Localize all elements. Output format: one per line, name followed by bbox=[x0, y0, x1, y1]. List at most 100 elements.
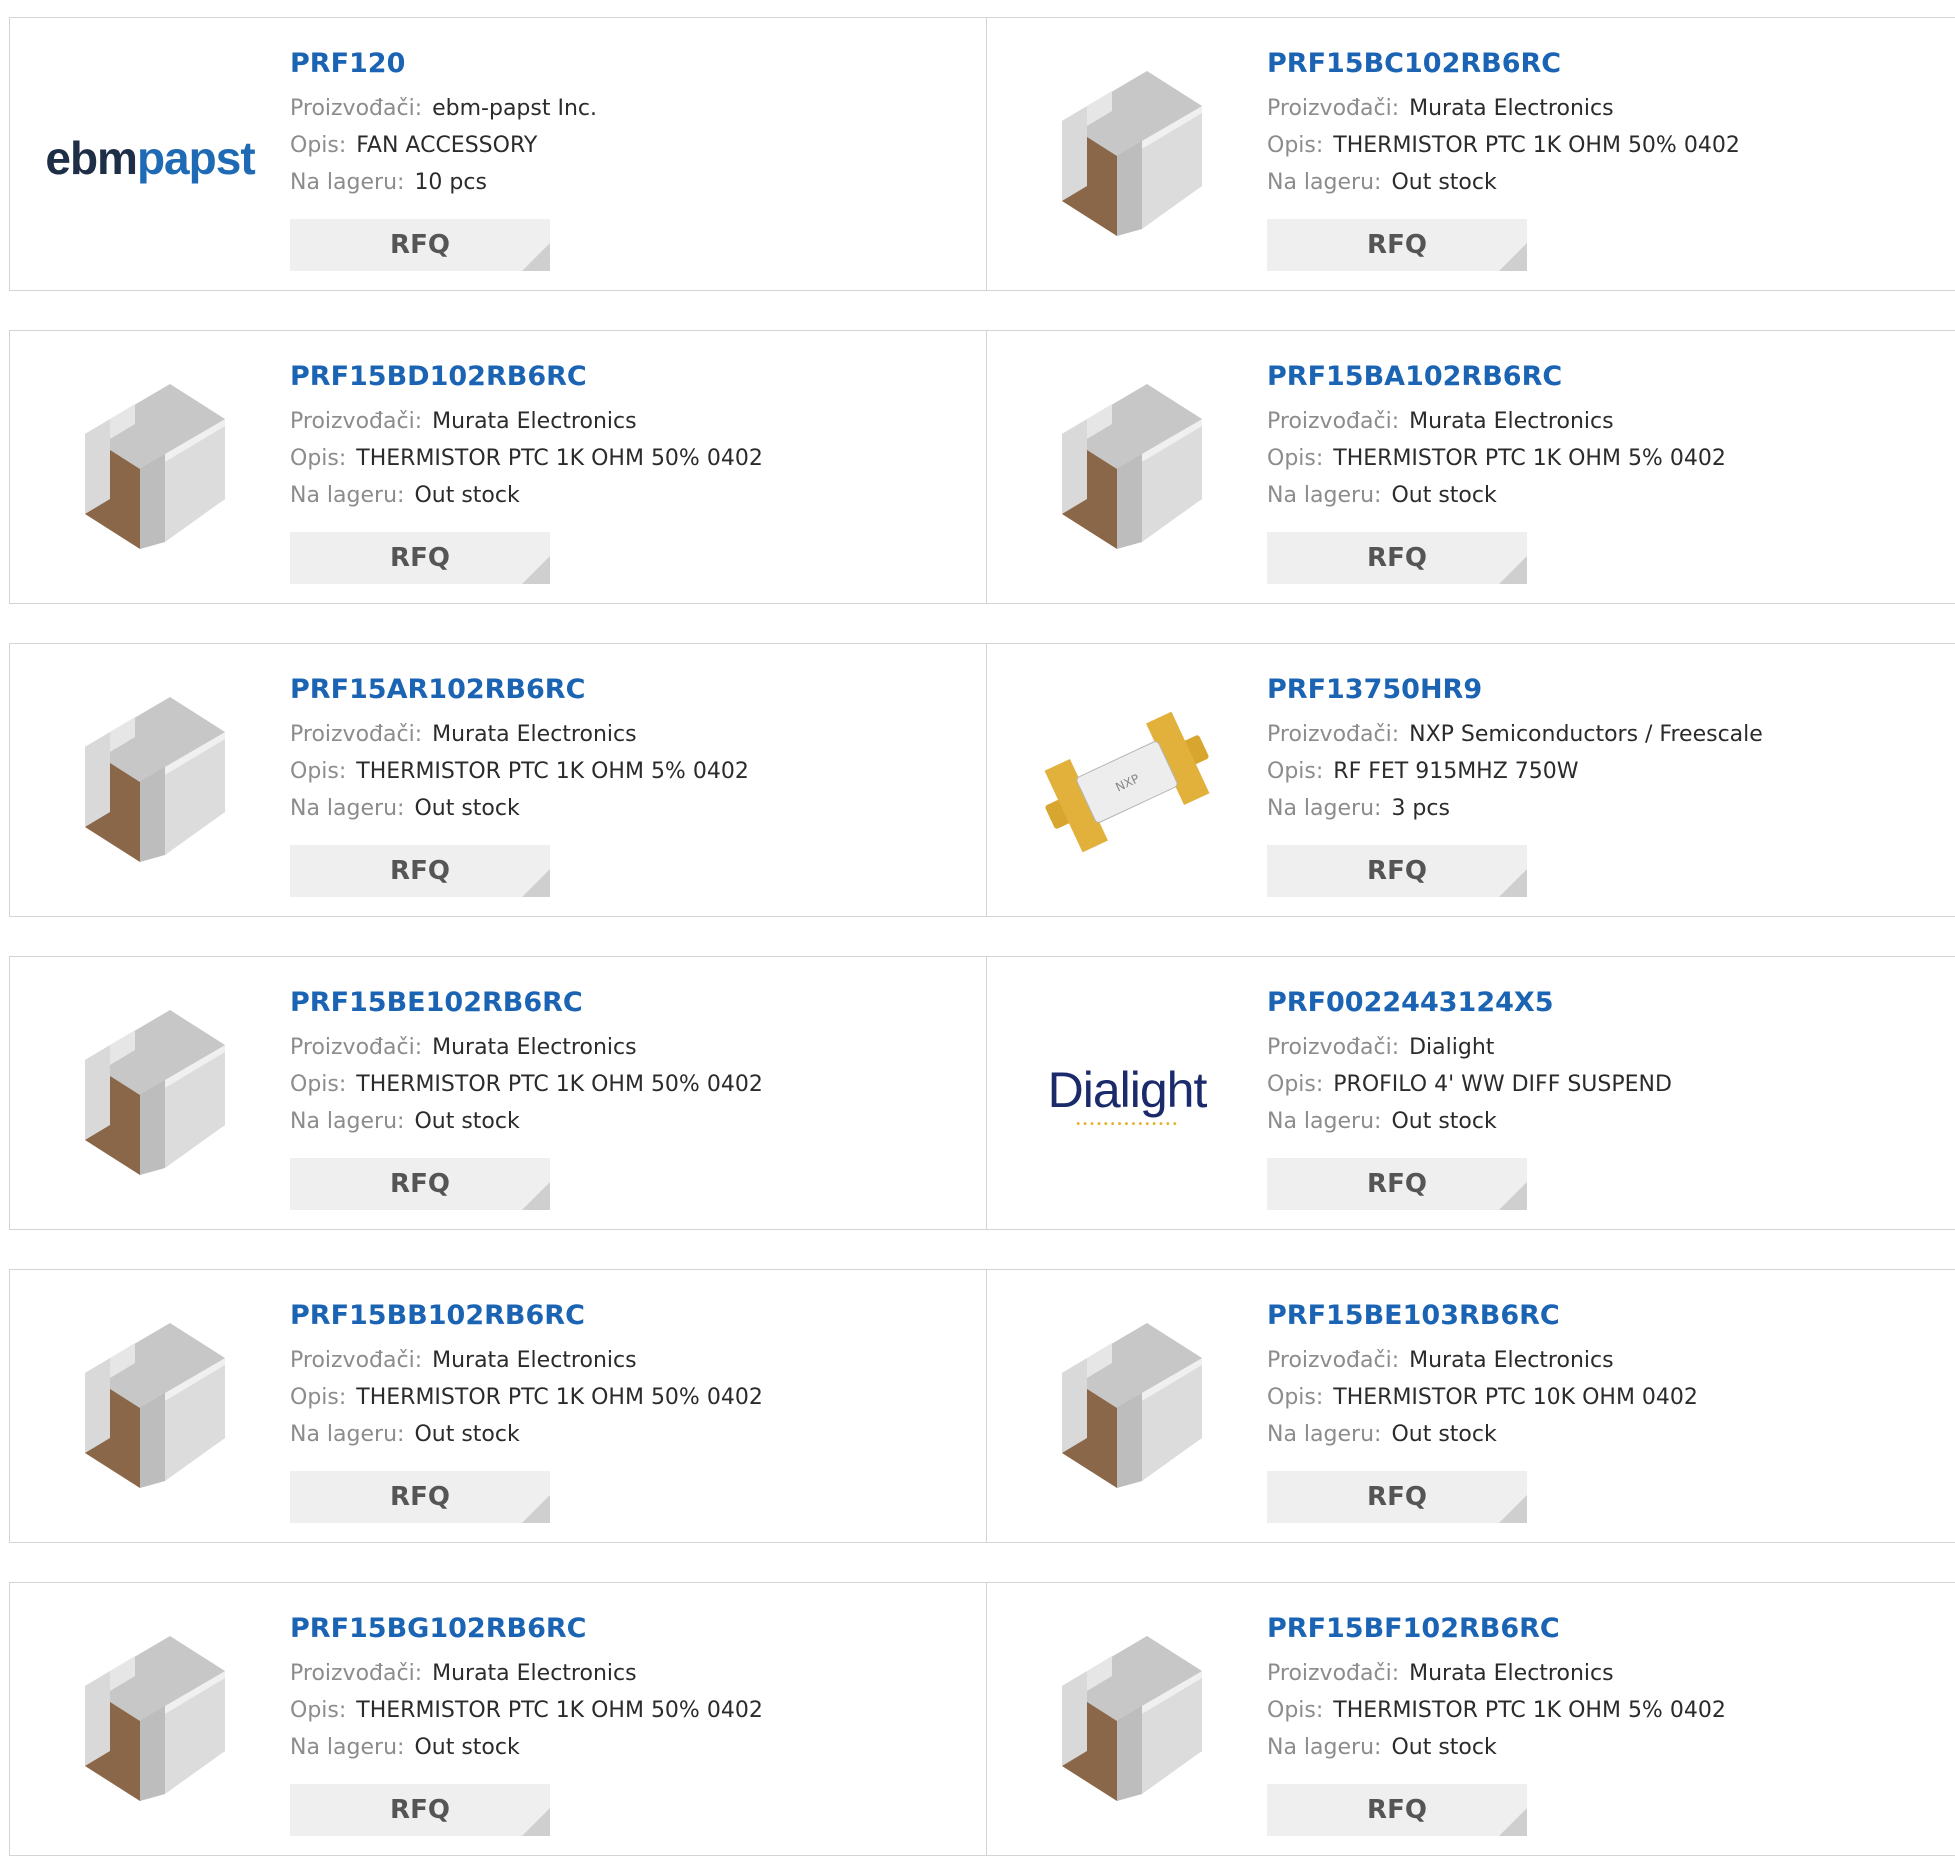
product-image[interactable]: Dialight ••••••••••••••• bbox=[1027, 997, 1227, 1197]
manufacturer-field: Proizvođači: Murata Electronics bbox=[290, 1035, 637, 1060]
description-field: Opis: THERMISTOR PTC 1K OHM 50% 0402 bbox=[290, 446, 763, 471]
rfq-button[interactable]: RFQ bbox=[1267, 1158, 1527, 1210]
corner-triangle-icon bbox=[1499, 1808, 1527, 1836]
manufacturer-label: Proizvođači: bbox=[290, 96, 423, 121]
manufacturer-label: Proizvođači: bbox=[290, 1348, 423, 1373]
ebmpapst-logo: ebmpapst bbox=[45, 131, 256, 185]
stock-value: 3 pcs bbox=[1391, 796, 1450, 821]
product-image[interactable]: ebmpapst bbox=[45, 58, 255, 258]
product-card: PRF15BA102RB6RC Proizvođači: Murata Electr… bbox=[987, 331, 1955, 603]
stock-label: Na lageru: bbox=[290, 1735, 405, 1760]
description-value: THERMISTOR PTC 10K OHM 0402 bbox=[1333, 1385, 1698, 1410]
part-number-link[interactable]: PRF15BE102RB6RC bbox=[290, 987, 583, 1018]
rfq-label: RFQ bbox=[1367, 1795, 1427, 1825]
product-image[interactable] bbox=[50, 684, 250, 884]
rfq-button[interactable]: RFQ bbox=[1267, 1784, 1527, 1836]
manufacturer-value: Murata Electronics bbox=[1409, 96, 1614, 121]
description-field: Opis: PROFILO 4' WW DIFF SUSPEND bbox=[1267, 1072, 1672, 1097]
stock-label: Na lageru: bbox=[1267, 483, 1382, 508]
product-card: PRF15BD102RB6RC Proizvođači: Murata Electr… bbox=[9, 331, 987, 603]
stock-field: Na lageru: Out stock bbox=[290, 1109, 520, 1134]
product-card: PRF15AR102RB6RC Proizvođači: Murata Electr… bbox=[9, 644, 987, 916]
manufacturer-value: Dialight bbox=[1409, 1035, 1495, 1060]
description-label: Opis: bbox=[290, 1698, 347, 1723]
manufacturer-field: Proizvođači: Dialight bbox=[1267, 1035, 1494, 1060]
corner-triangle-icon bbox=[1499, 556, 1527, 584]
stock-value: Out stock bbox=[1391, 1109, 1497, 1134]
rfq-button[interactable]: RFQ bbox=[290, 1158, 550, 1210]
description-label: Opis: bbox=[1267, 759, 1324, 784]
stock-field: Na lageru: Out stock bbox=[1267, 1109, 1497, 1134]
description-field: Opis: THERMISTOR PTC 1K OHM 50% 0402 bbox=[290, 1385, 763, 1410]
rfq-button[interactable]: RFQ bbox=[1267, 532, 1527, 584]
product-image[interactable] bbox=[50, 1310, 250, 1510]
stock-value: Out stock bbox=[414, 1422, 520, 1447]
rfq-label: RFQ bbox=[390, 230, 450, 260]
stock-field: Na lageru: Out stock bbox=[290, 483, 520, 508]
product-image[interactable] bbox=[50, 371, 250, 571]
part-number-link[interactable]: PRF15AR102RB6RC bbox=[290, 674, 585, 705]
rfq-button[interactable]: RFQ bbox=[290, 845, 550, 897]
product-image[interactable] bbox=[1027, 1623, 1227, 1823]
manufacturer-label: Proizvođači: bbox=[1267, 722, 1400, 747]
description-label: Opis: bbox=[1267, 133, 1324, 158]
rfq-button[interactable]: RFQ bbox=[1267, 845, 1527, 897]
part-number-link[interactable]: PRF15BA102RB6RC bbox=[1267, 361, 1562, 392]
stock-value: Out stock bbox=[1391, 170, 1497, 195]
stock-field: Na lageru: Out stock bbox=[1267, 483, 1497, 508]
logo-text: papst bbox=[136, 132, 256, 184]
part-number-link[interactable]: PRF13750HR9 bbox=[1267, 674, 1482, 705]
part-number-link[interactable]: PRF15BB102RB6RC bbox=[290, 1300, 585, 1331]
product-row: PRF15BB102RB6RC Proizvođači: Murata Electr… bbox=[9, 1269, 1955, 1543]
rfq-button[interactable]: RFQ bbox=[290, 1784, 550, 1836]
description-value: THERMISTOR PTC 1K OHM 50% 0402 bbox=[356, 1698, 763, 1723]
rfq-button[interactable]: RFQ bbox=[290, 1471, 550, 1523]
manufacturer-label: Proizvođači: bbox=[1267, 1661, 1400, 1686]
logo-text: ebm bbox=[45, 132, 138, 184]
description-value: THERMISTOR PTC 1K OHM 5% 0402 bbox=[356, 759, 749, 784]
part-number-link[interactable]: PRF15BC102RB6RC bbox=[1267, 48, 1561, 79]
stock-label: Na lageru: bbox=[1267, 796, 1382, 821]
stock-label: Na lageru: bbox=[290, 483, 405, 508]
part-number-link[interactable]: PRF15BF102RB6RC bbox=[1267, 1613, 1560, 1644]
corner-triangle-icon bbox=[522, 243, 550, 271]
part-number-link[interactable]: PRF0022443124X5 bbox=[1267, 987, 1554, 1018]
rfq-button[interactable]: RFQ bbox=[290, 532, 550, 584]
part-number-link[interactable]: PRF15BD102RB6RC bbox=[290, 361, 587, 392]
corner-triangle-icon bbox=[1499, 243, 1527, 271]
description-field: Opis: THERMISTOR PTC 1K OHM 50% 0402 bbox=[290, 1072, 763, 1097]
description-label: Opis: bbox=[290, 446, 347, 471]
smd-chip-icon bbox=[1032, 61, 1222, 255]
corner-triangle-icon bbox=[522, 556, 550, 584]
corner-triangle-icon bbox=[522, 1182, 550, 1210]
smd-chip-icon bbox=[1032, 374, 1222, 568]
description-label: Opis: bbox=[1267, 1385, 1324, 1410]
rfq-button[interactable]: RFQ bbox=[1267, 219, 1527, 271]
manufacturer-field: Proizvođači: Murata Electronics bbox=[1267, 1348, 1614, 1373]
rfq-button[interactable]: RFQ bbox=[1267, 1471, 1527, 1523]
part-number-link[interactable]: PRF15BE103RB6RC bbox=[1267, 1300, 1560, 1331]
manufacturer-value: NXP Semiconductors / Freescale bbox=[1409, 722, 1763, 747]
part-number-link[interactable]: PRF120 bbox=[290, 48, 405, 79]
manufacturer-field: Proizvođači: Murata Electronics bbox=[290, 409, 637, 434]
description-field: Opis: THERMISTOR PTC 1K OHM 50% 0402 bbox=[1267, 133, 1740, 158]
smd-chip-icon bbox=[55, 687, 245, 881]
rfq-button[interactable]: RFQ bbox=[290, 219, 550, 271]
description-value: THERMISTOR PTC 1K OHM 50% 0402 bbox=[356, 1385, 763, 1410]
part-number-link[interactable]: PRF15BG102RB6RC bbox=[290, 1613, 586, 1644]
product-row: PRF15BE102RB6RC Proizvođači: Murata Electr… bbox=[9, 956, 1955, 1230]
stock-field: Na lageru: Out stock bbox=[290, 1422, 520, 1447]
product-image[interactable] bbox=[1027, 371, 1227, 571]
product-image[interactable] bbox=[1027, 58, 1227, 258]
manufacturer-field: Proizvođači: Murata Electronics bbox=[1267, 409, 1614, 434]
product-image[interactable] bbox=[1027, 1310, 1227, 1510]
product-image[interactable] bbox=[50, 1623, 250, 1823]
manufacturer-field: Proizvođači: Murata Electronics bbox=[1267, 1661, 1614, 1686]
product-image[interactable]: NXP bbox=[1027, 684, 1227, 884]
rfq-label: RFQ bbox=[1367, 1169, 1427, 1199]
rfq-label: RFQ bbox=[390, 1482, 450, 1512]
product-image[interactable] bbox=[50, 997, 250, 1197]
description-field: Opis: THERMISTOR PTC 1K OHM 50% 0402 bbox=[290, 1698, 763, 1723]
dialight-logo: Dialight ••••••••••••••• bbox=[1048, 1065, 1208, 1130]
description-field: Opis: THERMISTOR PTC 10K OHM 0402 bbox=[1267, 1385, 1698, 1410]
